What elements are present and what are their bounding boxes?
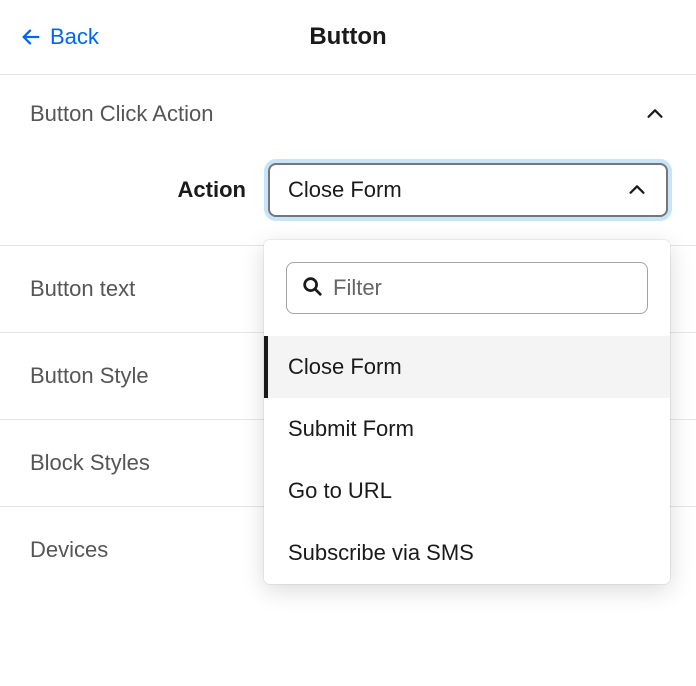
header: Back Button <box>0 0 696 74</box>
section-title: Button Click Action <box>30 101 213 127</box>
dropdown-option-go-to-url[interactable]: Go to URL <box>264 460 670 522</box>
chevron-up-icon <box>626 179 648 201</box>
filter-input-container[interactable] <box>286 262 648 314</box>
back-arrow-icon <box>20 26 42 48</box>
action-dropdown: Close Form Submit Form Go to URL Subscri… <box>264 240 670 584</box>
back-button[interactable]: Back <box>20 24 99 50</box>
search-icon <box>301 275 323 302</box>
section-header-button-click-action[interactable]: Button Click Action <box>0 75 696 147</box>
devices-label: Devices <box>30 537 108 563</box>
back-label: Back <box>50 24 99 50</box>
dropdown-option-close-form[interactable]: Close Form <box>264 336 670 398</box>
filter-wrap <box>264 240 670 336</box>
chevron-up-icon <box>644 103 666 125</box>
filter-input[interactable] <box>333 275 633 301</box>
action-select[interactable]: Close Form <box>268 163 668 217</box>
action-label: Action <box>178 177 246 203</box>
action-selected-value: Close Form <box>288 177 402 203</box>
dropdown-option-subscribe-via-sms[interactable]: Subscribe via SMS <box>264 522 670 584</box>
action-row: Action Close Form <box>0 147 696 245</box>
dropdown-option-submit-form[interactable]: Submit Form <box>264 398 670 460</box>
page-title: Button <box>309 23 386 51</box>
